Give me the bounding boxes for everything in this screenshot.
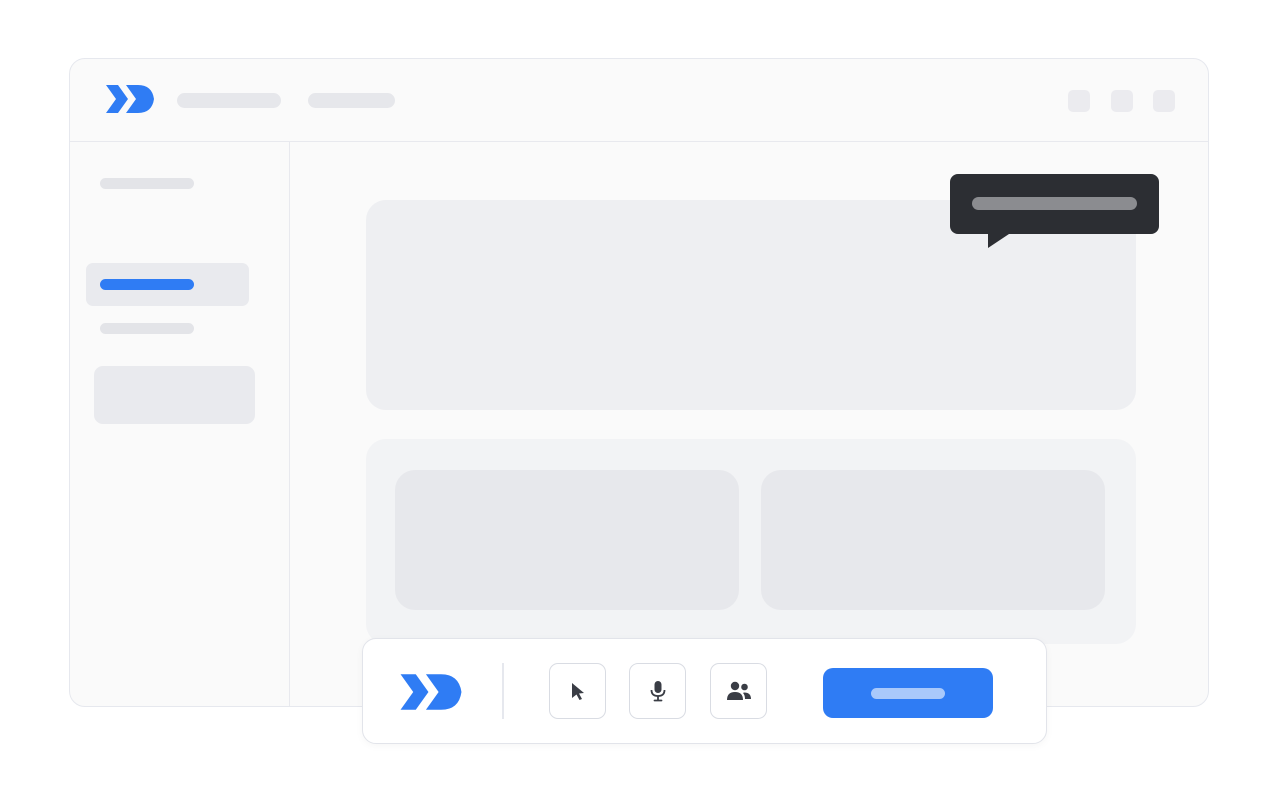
microphone-icon: [650, 681, 665, 702]
sidebar-item-placeholder: [100, 323, 194, 334]
content-card-left[interactable]: [395, 470, 739, 610]
window-control-button-2[interactable]: [1111, 90, 1133, 112]
window-control-button-1[interactable]: [1068, 90, 1090, 112]
pointer-tool-button[interactable]: [549, 663, 606, 719]
cursor-pointer-icon: [571, 683, 584, 700]
people-icon: [726, 681, 751, 700]
window-control-button-3[interactable]: [1153, 90, 1175, 112]
app-window: [69, 58, 1209, 707]
header-nav-item-2[interactable]: [308, 93, 395, 108]
brand-logo-icon: [106, 85, 154, 113]
header-nav-item-1[interactable]: [177, 93, 281, 108]
sidebar-item-2-active[interactable]: [86, 263, 249, 306]
primary-action-button[interactable]: [823, 668, 993, 718]
content-card-right[interactable]: [761, 470, 1105, 610]
sidebar-item-1[interactable]: [86, 162, 249, 205]
participants-tool-button[interactable]: [710, 663, 767, 719]
bottom-panel: [366, 439, 1136, 644]
tooltip: [950, 174, 1159, 248]
control-bar-logo-icon: [400, 674, 462, 710]
sidebar-item-placeholder: [100, 279, 194, 290]
control-bar-divider: [502, 663, 504, 719]
header-bar: [70, 59, 1208, 142]
sidebar-item-placeholder: [100, 178, 194, 189]
sidebar-card[interactable]: [94, 366, 255, 424]
sidebar-item-3[interactable]: [86, 307, 249, 350]
tooltip-text-placeholder: [972, 197, 1137, 210]
floating-control-bar: [362, 638, 1047, 744]
sidebar: [70, 142, 290, 706]
primary-action-label-placeholder: [871, 688, 945, 699]
tooltip-tail: [988, 232, 1012, 248]
microphone-tool-button[interactable]: [629, 663, 686, 719]
